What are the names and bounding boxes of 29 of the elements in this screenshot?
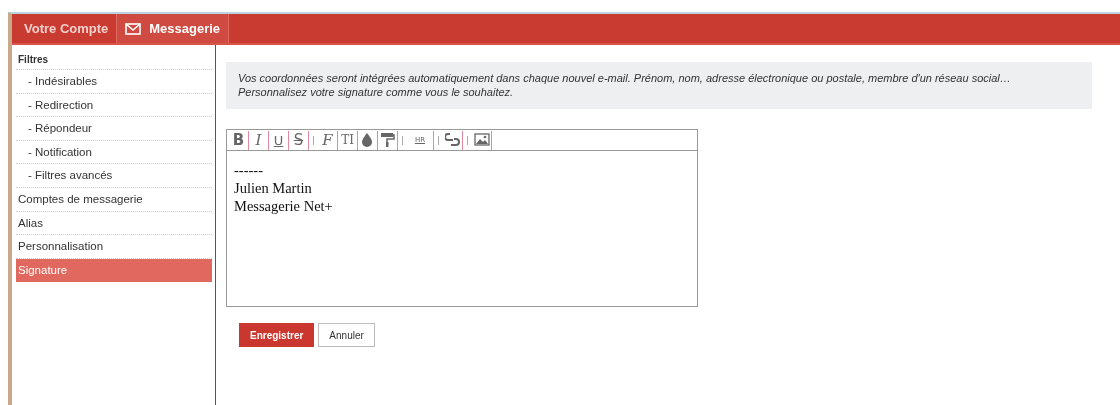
toolbar-button[interactable]: I <box>249 130 269 150</box>
sidebar-item[interactable]: Alias <box>16 211 212 236</box>
signature-line: Messagerie Net+ <box>234 197 334 215</box>
info-text: Vos coordonnées seront intégrées automatiquement dans chaque nouvel e-mail. Prénom, nom, adresse électronique ou postale, membre d'un réseau social… <box>238 71 1012 85</box>
paint-roller-icon <box>379 132 396 148</box>
toolbar-button[interactable]: S <box>289 130 309 150</box>
signature-line: ------ <box>234 161 264 179</box>
sidebar-item[interactable]: - Répondeur <box>16 117 212 141</box>
toolbar-button[interactable]: F <box>318 130 338 150</box>
link-icon <box>444 132 461 148</box>
toolbar-button[interactable]: U <box>269 130 289 150</box>
sidebar-item[interactable]: Comptes de messagerie <box>16 187 212 212</box>
image-icon <box>473 132 490 148</box>
save-button[interactable]: Enregistrer <box>239 323 315 347</box>
toolbar-button[interactable]: TI <box>338 130 358 150</box>
toolbar-button[interactable] <box>472 130 492 150</box>
sidebar-heading[interactable]: Filtres <box>16 53 212 70</box>
sidebar-item[interactable]: - Notification <box>16 140 212 165</box>
info-text: Personnalisez votre signature comme vous le souhaitez. <box>238 85 515 99</box>
cancel-button[interactable]: Annuler <box>318 323 375 347</box>
toolbar-button[interactable] <box>443 130 463 150</box>
sidebar-item[interactable]: - Indésirables <box>16 70 212 94</box>
sidebar-item[interactable]: - Redirection <box>16 93 212 118</box>
sidebar-item[interactable]: Personnalisation <box>16 235 212 259</box>
signature-line: Julien Martin <box>234 179 313 197</box>
toolbar-button[interactable]: B <box>229 130 249 150</box>
toolbar-button[interactable] <box>378 130 398 150</box>
sidebar-item[interactable]: - Filtres avancés <box>16 164 212 188</box>
tab[interactable]: Messagerie <box>117 14 230 43</box>
